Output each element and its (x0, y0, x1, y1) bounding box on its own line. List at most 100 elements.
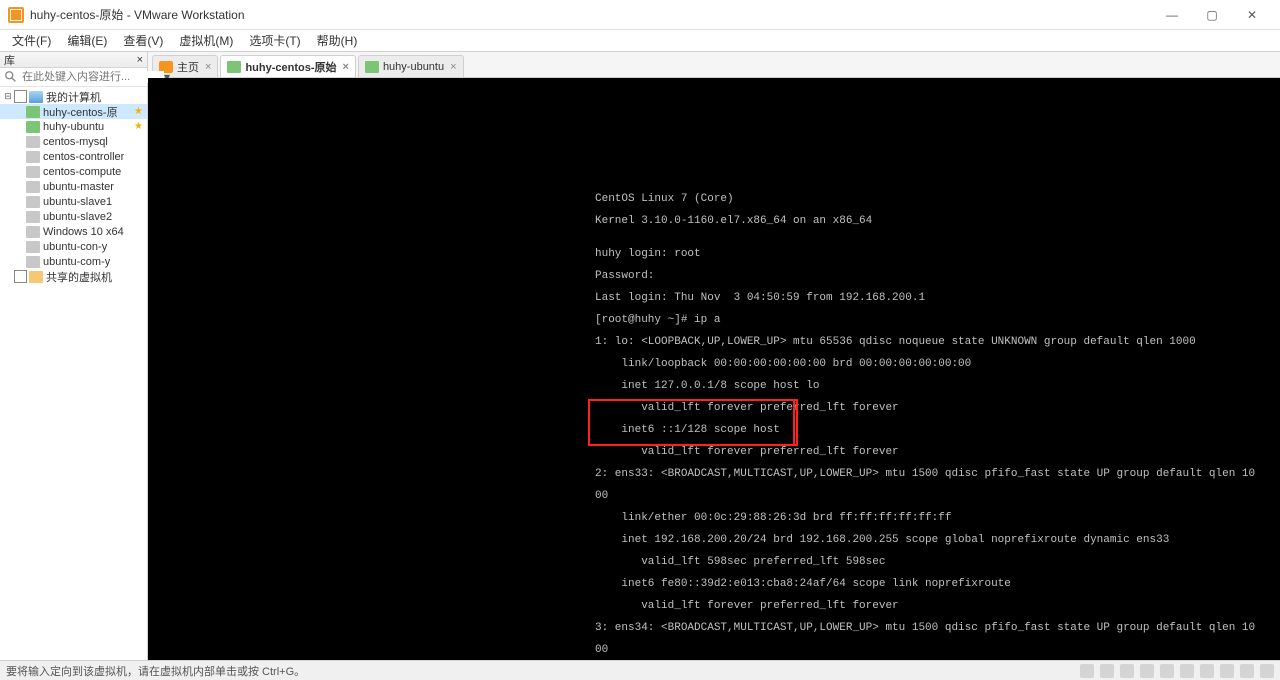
checkbox[interactable] (14, 270, 27, 283)
device-icon[interactable] (1120, 664, 1134, 678)
tree-item-ubuntu-con-y[interactable]: ubuntu-con-y (0, 239, 147, 254)
device-icon[interactable] (1160, 664, 1174, 678)
tree-item-label: ubuntu-com-y (43, 256, 110, 268)
tree-item-label: ubuntu-slave1 (43, 196, 112, 208)
device-icon[interactable] (1140, 664, 1154, 678)
folder-icon (29, 271, 43, 283)
tree-item-huhy-centos[interactable]: huhy-centos-原 ★ (0, 104, 147, 119)
tab-close-icon[interactable]: × (343, 61, 349, 73)
tab-label: huhy-ubuntu (383, 61, 444, 73)
tree-item-ubuntu-master[interactable]: ubuntu-master (0, 179, 147, 194)
tree-item-label: centos-compute (43, 166, 121, 178)
tree-item-centos-mysql[interactable]: centos-mysql (0, 134, 147, 149)
expand-icon[interactable]: ⊟ (2, 91, 14, 102)
device-icon[interactable] (1240, 664, 1254, 678)
term-line: 1: lo: <LOOPBACK,UP,LOWER_UP> mtu 65536 … (148, 337, 1280, 348)
term-line: inet6 ::1/128 scope host (148, 425, 1280, 436)
vm-off-icon (26, 226, 40, 238)
titlebar: huhy-centos-原始 - VMware Workstation — ▢ … (0, 0, 1280, 30)
menu-file[interactable]: 文件(F) (4, 30, 59, 51)
term-line: inet 192.168.200.20/24 brd 192.168.200.2… (148, 535, 1280, 546)
vm-tree: ⊟ 我的计算机 huhy-centos-原 ★ huhy-ubuntu ★ ce… (0, 87, 147, 286)
device-icon[interactable] (1220, 664, 1234, 678)
device-icon[interactable] (1180, 664, 1194, 678)
term-line: valid_lft 598sec preferred_lft 598sec (148, 557, 1280, 568)
term-line: 2: ens33: <BROADCAST,MULTICAST,UP,LOWER_… (148, 469, 1280, 480)
tree-root-label: 我的计算机 (46, 89, 101, 105)
device-icon[interactable] (1080, 664, 1094, 678)
tree-item-centos-controller[interactable]: centos-controller (0, 149, 147, 164)
term-line: 00 (148, 645, 1280, 656)
vm-running-icon (227, 61, 241, 73)
tabs-bar: 主页 × huhy-centos-原始 × huhy-ubuntu × (148, 52, 1280, 78)
tab-label: 主页 (177, 59, 199, 75)
term-line: [root@huhy ~]# ip a (148, 315, 1280, 326)
term-line: valid_lft forever preferred_lft forever (148, 601, 1280, 612)
term-line: valid_lft forever preferred_lft forever (148, 403, 1280, 414)
tab-label: huhy-centos-原始 (245, 59, 336, 75)
tree-item-label: ubuntu-master (43, 181, 114, 193)
sidebar-close-icon[interactable]: × (137, 54, 143, 66)
tree-item-label: Windows 10 x64 (43, 226, 124, 238)
sidebar-title: 库 (4, 52, 15, 68)
term-line: huhy login: root (148, 249, 1280, 260)
tree-item-windows10[interactable]: Windows 10 x64 (0, 224, 147, 239)
tree-shared-label: 共享的虚拟机 (46, 269, 112, 285)
sidebar-search: ▾ (0, 68, 147, 87)
device-icon[interactable] (1260, 664, 1274, 678)
device-icon[interactable] (1200, 664, 1214, 678)
computer-icon (29, 91, 43, 103)
tree-item-label: ubuntu-con-y (43, 241, 107, 253)
star-icon: ★ (134, 106, 143, 117)
menu-tabs[interactable]: 选项卡(T) (241, 30, 308, 51)
tab-huhy-centos[interactable]: huhy-centos-原始 × (220, 55, 356, 77)
sidebar-header: 库 × (0, 52, 147, 68)
device-icon[interactable] (1100, 664, 1114, 678)
status-device-icons (1080, 664, 1274, 678)
vm-off-icon (26, 211, 40, 223)
menu-vm[interactable]: 虚拟机(M) (171, 30, 241, 51)
menu-help[interactable]: 帮助(H) (309, 30, 366, 51)
main-split: 库 × ▾ ⊟ 我的计算机 huhy-centos-原 ★ (0, 52, 1280, 660)
tree-item-ubuntu-com-y[interactable]: ubuntu-com-y (0, 254, 147, 269)
close-button[interactable]: ✕ (1232, 0, 1272, 30)
tree-item-centos-compute[interactable]: centos-compute (0, 164, 147, 179)
tab-huhy-ubuntu[interactable]: huhy-ubuntu × (358, 55, 464, 77)
star-icon: ★ (134, 121, 143, 132)
tree-item-label: ubuntu-slave2 (43, 211, 112, 223)
tree-item-label: huhy-centos-原 (43, 104, 118, 120)
tree-shared-vms[interactable]: 共享的虚拟机 (0, 269, 147, 284)
tree-item-label: centos-controller (43, 151, 124, 163)
tree-item-huhy-ubuntu[interactable]: huhy-ubuntu ★ (0, 119, 147, 134)
tree-item-ubuntu-slave1[interactable]: ubuntu-slave1 (0, 194, 147, 209)
tree-root-mycomputer[interactable]: ⊟ 我的计算机 (0, 89, 147, 104)
maximize-button[interactable]: ▢ (1192, 0, 1232, 30)
tree-item-label: centos-mysql (43, 136, 108, 148)
term-line: 3: ens34: <BROADCAST,MULTICAST,UP,LOWER_… (148, 623, 1280, 634)
minimize-button[interactable]: — (1152, 0, 1192, 30)
content-area: 主页 × huhy-centos-原始 × huhy-ubuntu × Cent… (148, 52, 1280, 660)
tree-item-ubuntu-slave2[interactable]: ubuntu-slave2 (0, 209, 147, 224)
menu-edit[interactable]: 编辑(E) (59, 30, 115, 51)
vm-off-icon (26, 151, 40, 163)
checkbox[interactable] (14, 90, 27, 103)
sidebar: 库 × ▾ ⊟ 我的计算机 huhy-centos-原 ★ (0, 52, 148, 660)
vm-off-icon (26, 196, 40, 208)
vm-running-icon (26, 121, 40, 133)
term-line: inet 127.0.0.1/8 scope host lo (148, 381, 1280, 392)
term-line: link/ether 00:0c:29:88:26:3d brd ff:ff:f… (148, 513, 1280, 524)
vm-running-icon (26, 106, 40, 118)
vm-off-icon (26, 181, 40, 193)
vm-off-icon (26, 241, 40, 253)
tab-close-icon[interactable]: × (450, 61, 456, 73)
term-line: valid_lft forever preferred_lft forever (148, 447, 1280, 458)
term-line: Last login: Thu Nov 3 04:50:59 from 192.… (148, 293, 1280, 304)
menu-view[interactable]: 查看(V) (115, 30, 171, 51)
terminal-console[interactable]: CentOS Linux 7 (Core) Kernel 3.10.0-1160… (148, 78, 1280, 660)
search-input[interactable] (22, 71, 164, 83)
window-controls: — ▢ ✕ (1152, 0, 1272, 30)
term-line: CentOS Linux 7 (Core) (148, 194, 1280, 205)
menubar: 文件(F) 编辑(E) 查看(V) 虚拟机(M) 选项卡(T) 帮助(H) (0, 30, 1280, 52)
vm-off-icon (26, 136, 40, 148)
tab-close-icon[interactable]: × (205, 61, 211, 73)
